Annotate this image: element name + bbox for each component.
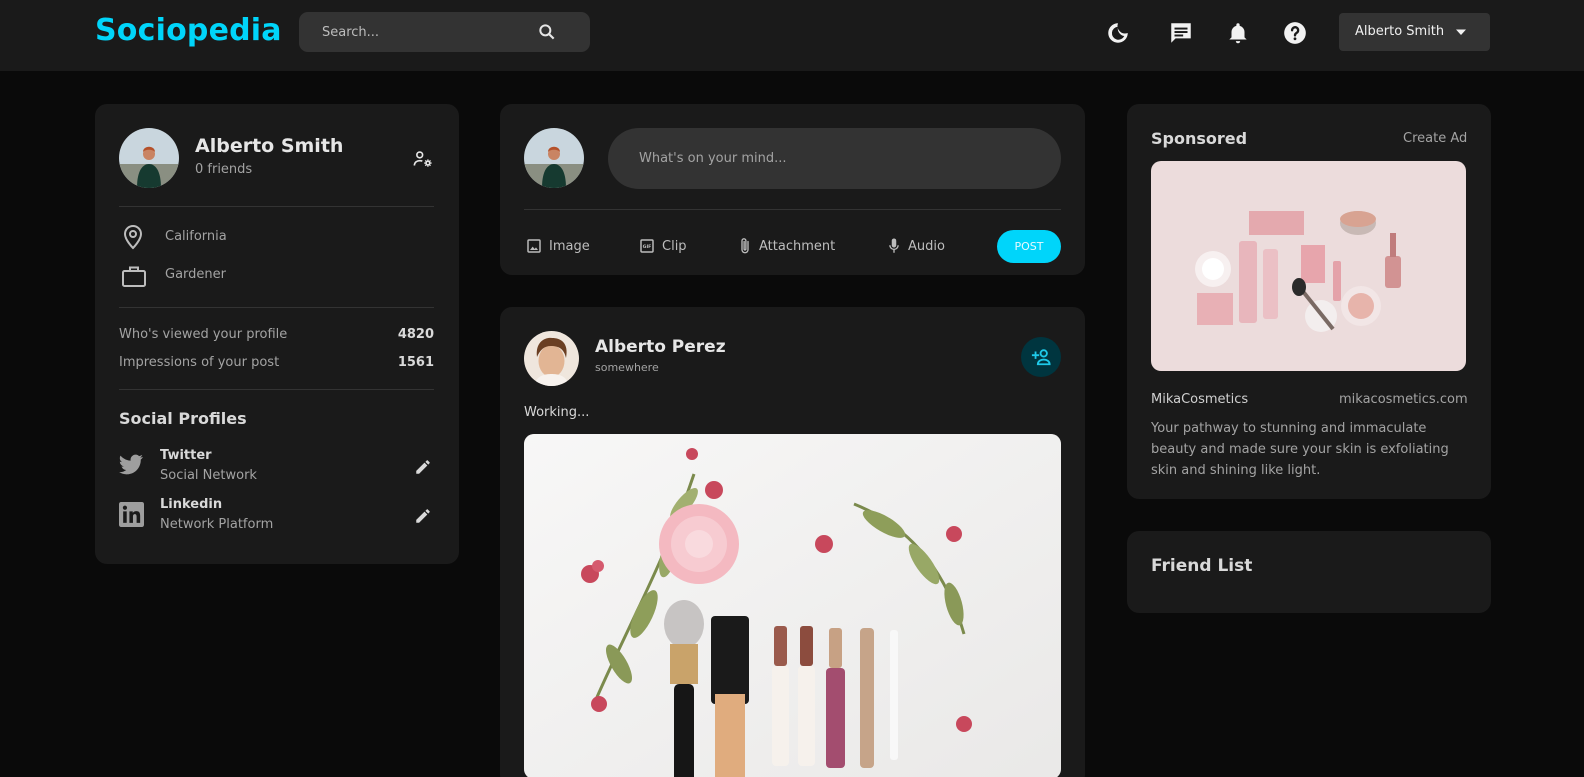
add-friend-button[interactable] (1021, 337, 1061, 377)
profile-avatar[interactable] (119, 128, 179, 188)
linkedin-icon (119, 502, 144, 527)
ad-website[interactable]: mikacosmetics.com (1339, 392, 1468, 407)
attachment-action-label: Attachment (759, 238, 836, 254)
avatar-image (524, 128, 584, 188)
help-icon[interactable] (1282, 20, 1308, 46)
edit-icon[interactable] (414, 507, 432, 525)
profile-name[interactable]: Alberto Smith (195, 135, 343, 157)
divider (119, 206, 434, 207)
user-menu-select[interactable]: Alberto Smith (1339, 13, 1490, 51)
manage-account-icon[interactable] (413, 150, 433, 168)
microphone-icon (889, 238, 899, 253)
post-text-input[interactable] (608, 128, 1061, 189)
divider (119, 307, 434, 308)
cosmetics-image (1151, 161, 1466, 371)
viewed-profile-label: Who's viewed your profile (119, 327, 288, 342)
clip-action-label: Clip (662, 238, 687, 254)
message-icon[interactable] (1168, 20, 1194, 46)
briefcase-icon (122, 266, 146, 287)
post-photo[interactable] (524, 434, 1061, 777)
friend-list-title: Friend List (1151, 556, 1253, 576)
post-author-location: somewhere (595, 361, 659, 374)
chevron-down-icon (1456, 29, 1466, 35)
divider (119, 389, 434, 390)
edit-icon[interactable] (414, 458, 432, 476)
create-ad-link[interactable]: Create Ad (1403, 131, 1467, 146)
notifications-icon[interactable] (1225, 20, 1251, 46)
clip-action-button[interactable]: GIF Clip (639, 236, 687, 256)
post-text: Working... (524, 405, 590, 420)
avatar-image (524, 331, 579, 386)
image-icon (527, 239, 541, 253)
impressions-label: Impressions of your post (119, 355, 280, 370)
search-icon[interactable] (537, 22, 557, 42)
impressions-value: 1561 (397, 355, 434, 370)
dark-mode-icon[interactable] (1105, 20, 1131, 46)
post-author-avatar[interactable] (524, 331, 579, 386)
twitter-name[interactable]: Twitter (160, 448, 212, 463)
ad-description-line: beauty and made sure your skin is exfoli… (1151, 442, 1449, 457)
social-profiles-title: Social Profiles (119, 409, 247, 428)
ad-brand: MikaCosmetics (1151, 392, 1249, 407)
post-author-name[interactable]: Alberto Perez (595, 337, 726, 357)
attachment-action-button[interactable]: Attachment (738, 236, 835, 256)
add-person-icon (1031, 349, 1051, 366)
top-navbar: Sociopedia Alberto Smith (0, 0, 1584, 71)
avatar-image (119, 128, 179, 188)
viewed-profile-value: 4820 (397, 327, 434, 342)
attachment-icon (741, 238, 749, 254)
image-action-button[interactable]: Image (526, 236, 590, 256)
ad-image[interactable] (1151, 161, 1466, 371)
app-logo[interactable]: Sociopedia (95, 13, 282, 48)
location-pin-icon (123, 224, 143, 250)
svg-text:GIF: GIF (643, 244, 652, 250)
audio-action-label: Audio (908, 238, 945, 254)
profile-occupation: Gardener (165, 267, 226, 282)
search-input[interactable] (322, 12, 532, 52)
twitter-icon (119, 454, 143, 475)
post-button[interactable]: POST (997, 230, 1061, 263)
search-bar (299, 12, 590, 52)
friends-count: 0 friends (195, 162, 253, 177)
composer-avatar (524, 128, 584, 188)
twitter-subtitle: Social Network (160, 468, 257, 483)
ad-description-line: skin and shining like light. (1151, 463, 1321, 478)
ad-description-line: Your pathway to stunning and immaculate (1151, 421, 1427, 436)
gif-icon: GIF (640, 239, 654, 253)
post-image (524, 434, 1061, 777)
audio-action-button[interactable]: Audio (887, 236, 945, 256)
profile-location: California (165, 229, 227, 244)
divider (524, 209, 1061, 210)
linkedin-subtitle: Network Platform (160, 517, 274, 532)
sponsored-title: Sponsored (1151, 129, 1248, 148)
user-menu-label: Alberto Smith (1355, 24, 1445, 39)
linkedin-name[interactable]: Linkedin (160, 497, 222, 512)
image-action-label: Image (549, 238, 590, 254)
